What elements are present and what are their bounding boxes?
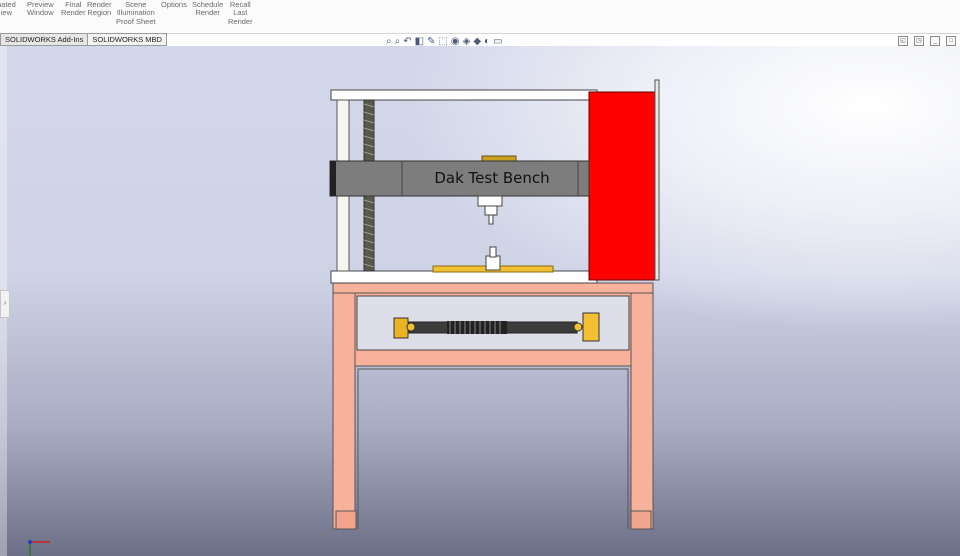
- upper-chuck: [477, 195, 503, 207]
- red-side-panel: [588, 91, 657, 281]
- test-bench-model[interactable]: Dak Test Bench: [0, 0, 960, 556]
- side-edge-plate: [654, 79, 660, 281]
- coordinate-triad: [28, 540, 50, 556]
- bench-label-text: Dak Test Bench: [434, 169, 549, 187]
- base-plate: [330, 270, 598, 284]
- lower-chuck: [485, 255, 501, 271]
- top-plate: [330, 89, 598, 101]
